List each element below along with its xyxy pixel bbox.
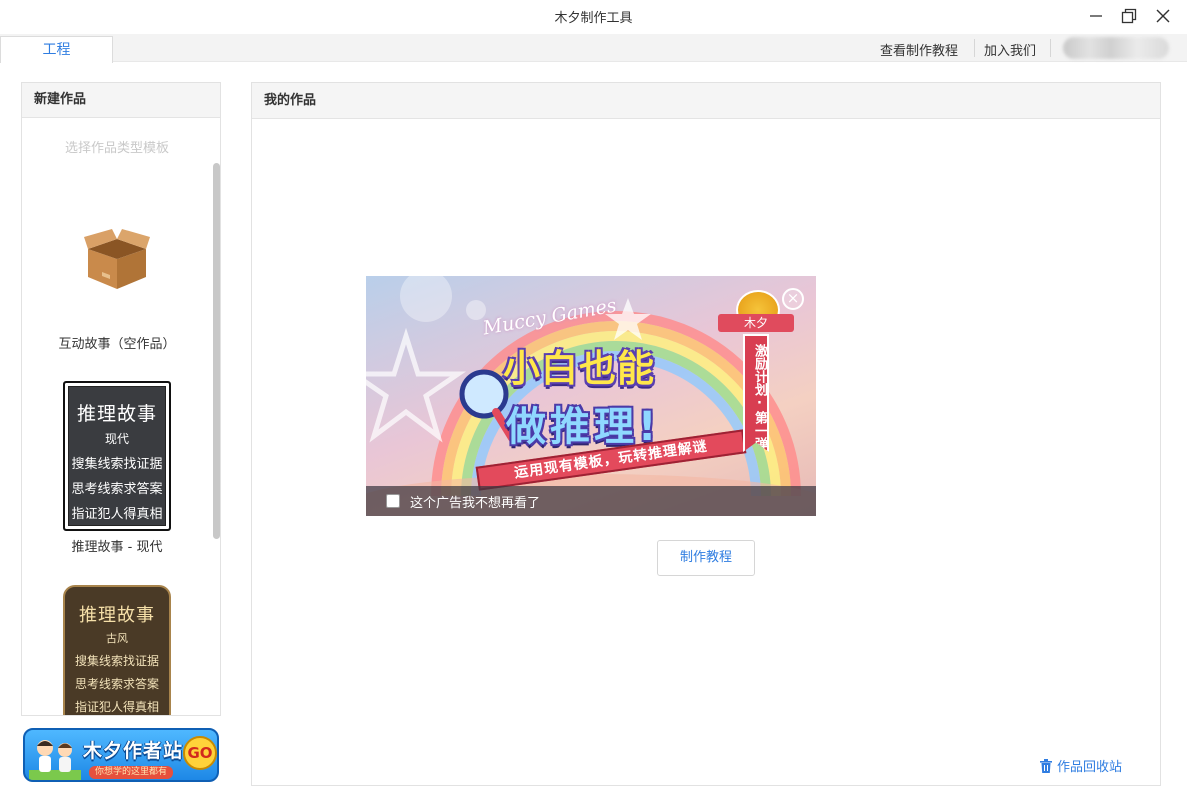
ad-badge-label: 木夕 [718, 314, 794, 332]
card-line: 指证犯人得真相 [65, 698, 169, 715]
divider [1050, 39, 1051, 57]
close-button[interactable] [1150, 5, 1176, 27]
tutorial-button[interactable]: 制作教程 [657, 540, 755, 576]
user-account-blurred[interactable] [1063, 37, 1169, 59]
join-us-link[interactable]: 加入我们 [984, 40, 1036, 59]
close-icon [1156, 9, 1170, 23]
tab-project[interactable]: 工程 [0, 36, 113, 63]
ad-headline-1: 小白也能 [503, 338, 655, 392]
new-work-panel: 新建作品 选择作品类型模板 互动故事（空作品） 推理故事 现代 搜集线索找证据 … [21, 82, 221, 716]
minimize-button[interactable] [1083, 5, 1109, 27]
ad-optout-checkbox[interactable] [386, 494, 400, 508]
card-line: 思考线索求答案 [65, 478, 169, 497]
scrollbar-thumb[interactable] [213, 163, 220, 539]
card-subtitle: 现代 [65, 430, 169, 447]
card-line: 搜集线索找证据 [65, 453, 169, 472]
divider [974, 39, 975, 57]
promo-go-button[interactable]: GO [183, 736, 217, 770]
trash-icon [1040, 759, 1052, 773]
ad-optout-label[interactable]: 这个广告我不想再看了 [410, 492, 540, 511]
card-subtitle: 古风 [65, 630, 169, 646]
template-detective-ancient[interactable]: 推理故事 古风 搜集线索找证据 思考线索求答案 指证犯人得真相 [63, 585, 171, 716]
title-bar: 木夕制作工具 [0, 0, 1187, 34]
template-empty-story[interactable]: 互动故事（空作品） [22, 221, 212, 356]
recycle-bin-label: 作品回收站 [1057, 756, 1122, 775]
card-line: 思考线索求答案 [65, 675, 169, 692]
template-hint: 选择作品类型模板 [22, 137, 212, 156]
promo-title: 木夕作者站 [83, 736, 183, 763]
template-label: 推理故事 - 现代 [22, 536, 212, 555]
kids-illustration-icon [29, 734, 81, 780]
window-title: 木夕制作工具 [0, 7, 1187, 26]
promo-subtitle: 你想学的这里都有 [89, 766, 173, 779]
my-works-header: 我的作品 [252, 83, 1160, 119]
minimize-icon [1089, 9, 1103, 23]
tab-strip: 工程 查看制作教程 加入我们 [0, 34, 1187, 62]
new-work-header: 新建作品 [22, 83, 220, 118]
view-tutorial-link[interactable]: 查看制作教程 [880, 40, 958, 59]
ad-close-button[interactable]: × [782, 288, 804, 310]
card-line: 搜集线索找证据 [65, 652, 169, 669]
template-detective-modern[interactable]: 推理故事 现代 搜集线索找证据 思考线索求答案 指证犯人得真相 [63, 381, 171, 531]
restore-button[interactable] [1116, 5, 1142, 27]
ad-vertical-banner: 激励计划·第一弹 [743, 334, 769, 452]
cardboard-box-icon [82, 227, 152, 291]
card-title: 推理故事 [65, 601, 169, 627]
template-label: 互动故事（空作品） [22, 333, 212, 352]
ad-footer: 这个广告我不想再看了 [366, 486, 816, 516]
card-title: 推理故事 [65, 399, 169, 426]
ad-banner[interactable]: Muccy Games 小白也能 做推理! 运用现有模板，玩转推理解谜 木夕 激… [366, 276, 816, 516]
card-line: 指证犯人得真相 [65, 503, 169, 522]
recycle-bin-link[interactable]: 作品回收站 [1040, 756, 1122, 775]
restore-icon [1121, 8, 1137, 24]
author-site-banner[interactable]: 木夕作者站 你想学的这里都有 GO [23, 728, 219, 782]
